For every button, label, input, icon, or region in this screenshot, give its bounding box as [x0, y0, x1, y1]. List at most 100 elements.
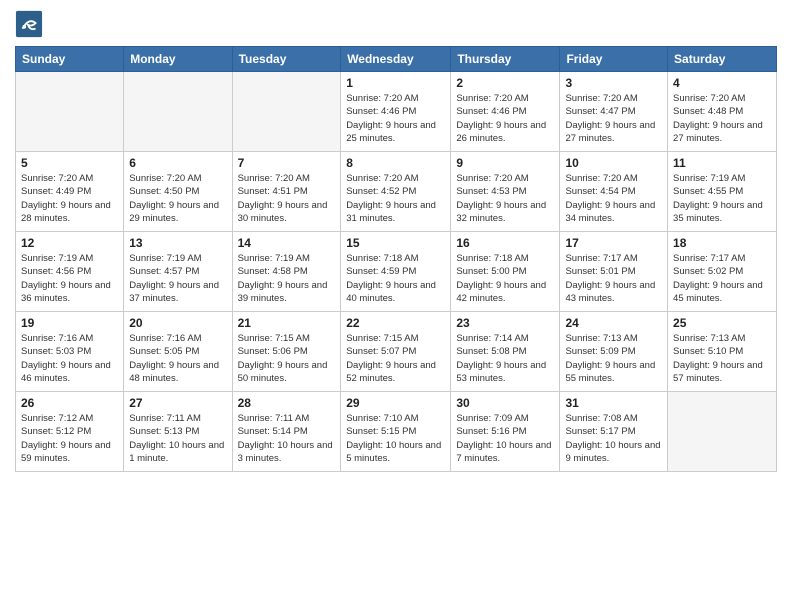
calendar-cell: 12 Sunrise: 7:19 AMSunset: 4:56 PMDayligh… [16, 232, 124, 312]
day-info: Sunrise: 7:08 AMSunset: 5:17 PMDaylight:… [565, 412, 662, 465]
calendar-cell: 10 Sunrise: 7:20 AMSunset: 4:54 PMDayligh… [560, 152, 668, 232]
day-info: Sunrise: 7:18 AMSunset: 4:59 PMDaylight:… [346, 252, 445, 305]
calendar-cell: 20Sunrise: 7:16 AMSunset: 5:05 PMDayligh… [124, 312, 232, 392]
calendar-cell: 13 Sunrise: 7:19 AMSunset: 4:57 PMDayligh… [124, 232, 232, 312]
logo [15, 10, 47, 38]
calendar-cell: 14 Sunrise: 7:19 AMSunset: 4:58 PMDayligh… [232, 232, 341, 312]
day-header-saturday: Saturday [668, 47, 777, 72]
day-number: 19 [21, 316, 118, 330]
day-info: Sunrise: 7:17 AMSunset: 5:01 PMDaylight:… [565, 252, 662, 305]
calendar-cell: 4 Sunrise: 7:20 AMSunset: 4:48 PMDaylight… [668, 72, 777, 152]
calendar-cell: 5 Sunrise: 7:20 AMSunset: 4:49 PMDaylight… [16, 152, 124, 232]
day-info: Sunrise: 7:19 AMSunset: 4:57 PMDaylight:… [129, 252, 226, 305]
calendar-cell: 27 Sunrise: 7:11 AMSunset: 5:13 PMDayligh… [124, 392, 232, 472]
day-info: Sunrise: 7:20 AMSunset: 4:46 PMDaylight:… [346, 92, 445, 145]
day-info: Sunrise: 7:11 AMSunset: 5:14 PMDaylight:… [238, 412, 336, 465]
day-number: 31 [565, 396, 662, 410]
day-number: 27 [129, 396, 226, 410]
calendar-cell: 24 Sunrise: 7:13 AMSunset: 5:09 PMDayligh… [560, 312, 668, 392]
day-info: Sunrise: 7:17 AMSunset: 5:02 PMDaylight:… [673, 252, 771, 305]
calendar-cell: 31 Sunrise: 7:08 AMSunset: 5:17 PMDayligh… [560, 392, 668, 472]
day-number: 24 [565, 316, 662, 330]
calendar-cell: 15 Sunrise: 7:18 AMSunset: 4:59 PMDayligh… [341, 232, 451, 312]
calendar: SundayMondayTuesdayWednesdayThursdayFrid… [15, 46, 777, 472]
calendar-cell: 17 Sunrise: 7:17 AMSunset: 5:01 PMDayligh… [560, 232, 668, 312]
day-info: Sunrise: 7:12 AMSunset: 5:12 PMDaylight:… [21, 412, 118, 465]
day-number: 12 [21, 236, 118, 250]
day-number: 22 [346, 316, 445, 330]
calendar-cell [16, 72, 124, 152]
calendar-cell: 8 Sunrise: 7:20 AMSunset: 4:52 PMDaylight… [341, 152, 451, 232]
day-info: Sunrise: 7:15 AMSunset: 5:07 PMDaylight:… [346, 332, 445, 385]
day-number: 26 [21, 396, 118, 410]
day-number: 14 [238, 236, 336, 250]
calendar-cell: 25Sunrise: 7:13 AMSunset: 5:10 PMDayligh… [668, 312, 777, 392]
day-info: Sunrise: 7:15 AMSunset: 5:06 PMDaylight:… [238, 332, 336, 385]
day-info: Sunrise: 7:20 AMSunset: 4:47 PMDaylight:… [565, 92, 662, 145]
week-row-3: 12 Sunrise: 7:19 AMSunset: 4:56 PMDayligh… [16, 232, 777, 312]
day-number: 15 [346, 236, 445, 250]
day-number: 11 [673, 156, 771, 170]
day-header-wednesday: Wednesday [341, 47, 451, 72]
day-header-tuesday: Tuesday [232, 47, 341, 72]
day-number: 21 [238, 316, 336, 330]
calendar-cell: 21 Sunrise: 7:15 AMSunset: 5:06 PMDayligh… [232, 312, 341, 392]
day-info: Sunrise: 7:11 AMSunset: 5:13 PMDaylight:… [129, 412, 226, 465]
calendar-cell: 19Sunrise: 7:16 AMSunset: 5:03 PMDayligh… [16, 312, 124, 392]
day-number: 10 [565, 156, 662, 170]
day-info: Sunrise: 7:20 AMSunset: 4:48 PMDaylight:… [673, 92, 771, 145]
calendar-cell: 11 Sunrise: 7:19 AMSunset: 4:55 PMDayligh… [668, 152, 777, 232]
day-info: Sunrise: 7:13 AMSunset: 5:09 PMDaylight:… [565, 332, 662, 385]
calendar-cell [668, 392, 777, 472]
day-number: 23 [456, 316, 554, 330]
day-header-thursday: Thursday [451, 47, 560, 72]
day-info: Sunrise: 7:20 AMSunset: 4:49 PMDaylight:… [21, 172, 118, 225]
day-number: 17 [565, 236, 662, 250]
day-info: Sunrise: 7:19 AMSunset: 4:58 PMDaylight:… [238, 252, 336, 305]
day-info: Sunrise: 7:09 AMSunset: 5:16 PMDaylight:… [456, 412, 554, 465]
day-info: Sunrise: 7:14 AMSunset: 5:08 PMDaylight:… [456, 332, 554, 385]
day-info: Sunrise: 7:20 AMSunset: 4:46 PMDaylight:… [456, 92, 554, 145]
calendar-cell: 16 Sunrise: 7:18 AMSunset: 5:00 PMDayligh… [451, 232, 560, 312]
day-info: Sunrise: 7:18 AMSunset: 5:00 PMDaylight:… [456, 252, 554, 305]
day-number: 28 [238, 396, 336, 410]
calendar-cell: 6 Sunrise: 7:20 AMSunset: 4:50 PMDaylight… [124, 152, 232, 232]
calendar-cell: 29 Sunrise: 7:10 AMSunset: 5:15 PMDayligh… [341, 392, 451, 472]
day-info: Sunrise: 7:10 AMSunset: 5:15 PMDaylight:… [346, 412, 445, 465]
logo-icon [15, 10, 43, 38]
day-info: Sunrise: 7:20 AMSunset: 4:50 PMDaylight:… [129, 172, 226, 225]
calendar-header-row: SundayMondayTuesdayWednesdayThursdayFrid… [16, 47, 777, 72]
day-info: Sunrise: 7:16 AMSunset: 5:05 PMDaylight:… [129, 332, 226, 385]
day-number: 5 [21, 156, 118, 170]
day-header-monday: Monday [124, 47, 232, 72]
day-info: Sunrise: 7:13 AMSunset: 5:10 PMDaylight:… [673, 332, 771, 385]
day-number: 4 [673, 76, 771, 90]
calendar-cell: 3Sunrise: 7:20 AMSunset: 4:47 PMDaylight… [560, 72, 668, 152]
calendar-cell: 1 Sunrise: 7:20 AMSunset: 4:46 PMDaylight… [341, 72, 451, 152]
day-number: 1 [346, 76, 445, 90]
day-info: Sunrise: 7:19 AMSunset: 4:55 PMDaylight:… [673, 172, 771, 225]
calendar-cell: 9Sunrise: 7:20 AMSunset: 4:53 PMDaylight… [451, 152, 560, 232]
day-number: 7 [238, 156, 336, 170]
calendar-cell: 30Sunrise: 7:09 AMSunset: 5:16 PMDayligh… [451, 392, 560, 472]
calendar-cell: 2Sunrise: 7:20 AMSunset: 4:46 PMDaylight… [451, 72, 560, 152]
day-number: 18 [673, 236, 771, 250]
day-number: 29 [346, 396, 445, 410]
calendar-cell [232, 72, 341, 152]
header [15, 10, 777, 38]
day-number: 16 [456, 236, 554, 250]
day-header-friday: Friday [560, 47, 668, 72]
calendar-cell [124, 72, 232, 152]
calendar-cell: 18 Sunrise: 7:17 AMSunset: 5:02 PMDayligh… [668, 232, 777, 312]
calendar-cell: 7Sunrise: 7:20 AMSunset: 4:51 PMDaylight… [232, 152, 341, 232]
day-info: Sunrise: 7:19 AMSunset: 4:56 PMDaylight:… [21, 252, 118, 305]
day-number: 6 [129, 156, 226, 170]
day-info: Sunrise: 7:20 AMSunset: 4:54 PMDaylight:… [565, 172, 662, 225]
calendar-cell: 26 Sunrise: 7:12 AMSunset: 5:12 PMDayligh… [16, 392, 124, 472]
day-info: Sunrise: 7:20 AMSunset: 4:52 PMDaylight:… [346, 172, 445, 225]
calendar-cell: 23 Sunrise: 7:14 AMSunset: 5:08 PMDayligh… [451, 312, 560, 392]
day-number: 8 [346, 156, 445, 170]
week-row-4: 19Sunrise: 7:16 AMSunset: 5:03 PMDayligh… [16, 312, 777, 392]
day-number: 9 [456, 156, 554, 170]
day-number: 13 [129, 236, 226, 250]
